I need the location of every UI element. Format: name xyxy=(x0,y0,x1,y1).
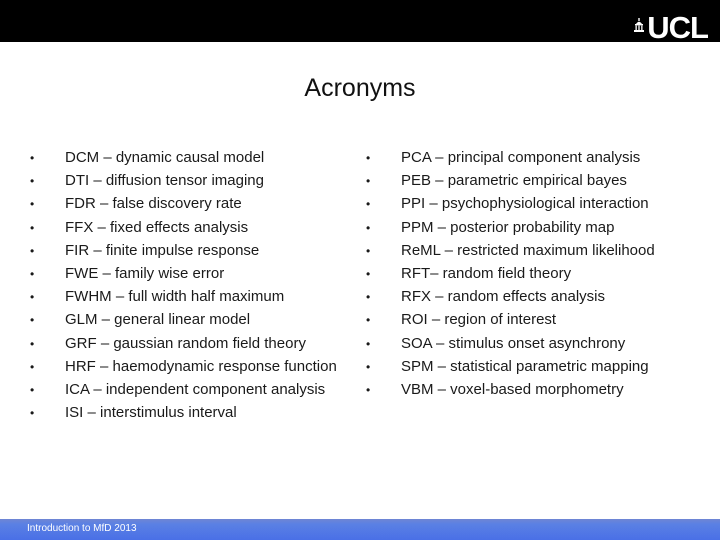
list-item: • VBM – voxel-based morphometry xyxy=(366,381,706,399)
acronym-list-right: • PCA – principal component analysis • PEB … xyxy=(366,149,706,404)
acronym-definition: PCA – principal component analysis xyxy=(401,149,641,166)
bullet-icon: • xyxy=(30,313,35,328)
bullet-icon: • xyxy=(366,359,371,374)
bullet-icon: • xyxy=(30,220,35,235)
list-item: • ICA – independent component analysis xyxy=(30,381,350,399)
bullet-icon: • xyxy=(366,151,371,165)
bullet-icon: • xyxy=(30,266,35,281)
bullet-icon: • xyxy=(366,313,371,328)
acronym-definition: PPI – psychophysiological interaction xyxy=(401,195,649,213)
ucl-logo: UCL xyxy=(634,10,709,45)
list-item: • HRF – haemodynamic response function xyxy=(30,358,350,376)
bullet-icon: • xyxy=(366,266,371,281)
acronym-definition: RFT– random field theory xyxy=(401,264,572,282)
acronym-list-left: • DCM – dynamic causal model • DTI – diffus… xyxy=(30,149,350,427)
bullet-icon: • xyxy=(366,336,371,351)
acronym-definition: ROI – region of interest xyxy=(401,311,557,329)
list-item: • RFT– random field theory xyxy=(366,265,706,283)
acronym-definition: RFX – random effects analysis xyxy=(401,288,605,306)
bullet-icon: • xyxy=(30,406,35,421)
bullet-icon: • xyxy=(30,197,35,212)
list-item: • PPI – psychophysiological interaction xyxy=(366,195,706,213)
list-item: • SPM – statistical parametric mapping xyxy=(366,358,706,376)
list-item: • GLM – general linear model xyxy=(30,311,350,329)
bullet-icon: • xyxy=(366,290,371,305)
bullet-icon: • xyxy=(366,197,371,212)
acronym-definition: GLM – general linear model xyxy=(65,311,251,329)
acronym-definition: SOA – stimulus onset asynchrony xyxy=(401,334,626,352)
acronym-definition: DCM – dynamic causal model xyxy=(65,149,265,166)
list-item: • PCA – principal component analysis xyxy=(366,149,706,167)
list-item: • FWE – family wise error xyxy=(30,265,350,283)
acronym-definition: DTI – diffusion tensor imaging xyxy=(65,172,264,190)
list-item: • FWHM – full width half maximum xyxy=(30,288,350,306)
portico-building-icon xyxy=(634,18,645,32)
bullet-icon: • xyxy=(366,220,371,235)
list-item: • FDR – false discovery rate xyxy=(30,195,350,213)
list-item: • ROI – region of interest xyxy=(366,311,706,329)
list-item: • DTI – diffusion tensor imaging xyxy=(30,172,350,190)
header-bar: UCL xyxy=(0,0,720,45)
acronym-definition: PPM – posterior probability map xyxy=(401,218,615,236)
acronym-definition: SPM – statistical parametric mapping xyxy=(401,357,649,375)
acronym-definition: ICA – independent component analysis xyxy=(65,380,326,398)
bullet-icon: • xyxy=(30,336,35,351)
bullet-icon: • xyxy=(30,151,35,165)
slide-title: Acronyms xyxy=(304,74,416,102)
acronym-definition: ISI – interstimulus interval xyxy=(65,404,237,422)
bullet-icon: • xyxy=(366,174,371,189)
list-item: • ISI – interstimulus interval xyxy=(30,404,350,422)
bullet-icon: • xyxy=(30,382,35,397)
list-item: • PPM – posterior probability map xyxy=(366,219,706,237)
list-item: • RFX – random effects analysis xyxy=(366,288,706,306)
list-item: • FFX – fixed effects analysis xyxy=(30,219,350,237)
acronym-definition: ReML – restricted maximum likelihood xyxy=(401,241,655,259)
list-item: • PEB – parametric empirical bayes xyxy=(366,172,706,190)
acronym-definition: GRF – gaussian random field theory xyxy=(65,334,306,352)
logo-text: UCL xyxy=(647,10,709,45)
bullet-icon: • xyxy=(366,382,371,397)
acronym-definition: FIR – finite impulse response xyxy=(65,241,260,259)
list-item: • GRF – gaussian random field theory xyxy=(30,335,350,353)
acronym-definition: FFX – fixed effects analysis xyxy=(65,218,249,236)
bullet-icon: • xyxy=(30,243,35,258)
acronym-definition: FWHM – full width half maximum xyxy=(65,288,285,306)
list-item: • DCM – dynamic causal model xyxy=(30,149,350,167)
bullet-icon: • xyxy=(366,243,371,258)
acronym-definition: HRF – haemodynamic response function xyxy=(65,357,337,375)
acronym-definition: PEB – parametric empirical bayes xyxy=(401,172,627,190)
bullet-icon: • xyxy=(30,359,35,374)
footer-text: Introduction to MfD 2013 xyxy=(27,523,137,534)
bullet-icon: • xyxy=(30,290,35,305)
list-item: • FIR – finite impulse response xyxy=(30,242,350,260)
acronym-definition: VBM – voxel-based morphometry xyxy=(401,380,624,398)
acronym-definition: FDR – false discovery rate xyxy=(65,195,242,213)
acronym-definition: FWE – family wise error xyxy=(65,264,225,282)
bullet-icon: • xyxy=(30,174,35,189)
list-item: • ReML – restricted maximum likelihood xyxy=(366,242,706,260)
list-item: • SOA – stimulus onset asynchrony xyxy=(366,335,706,353)
